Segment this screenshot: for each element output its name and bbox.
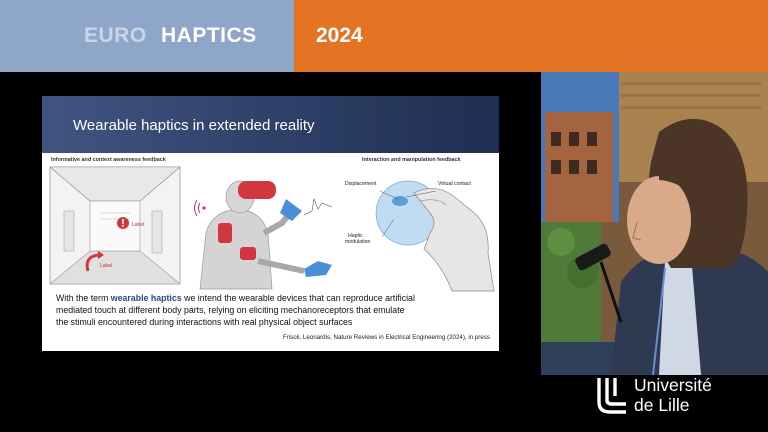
figure-label-b: Label (100, 263, 112, 269)
figure-label-a: Label (132, 222, 144, 228)
speaker-face (627, 176, 691, 264)
video-frame: EURO HAPTICS 2024 Wearable haptics in ex… (0, 0, 768, 432)
warning-icon (117, 217, 129, 229)
speaker-camera-view (541, 72, 768, 375)
wearable-haptics-illustration: Label Label Displacement Virtual contact… (49, 166, 495, 292)
slide-body-text: With the term wearable haptics we intend… (56, 292, 492, 328)
slide-citation: Frisoli, Leonardis, Nature Reviews in El… (282, 334, 490, 341)
body-line1-rest: we intend the wearable devices that can … (181, 293, 415, 303)
figure-label-modulation: modulation (345, 239, 370, 245)
hand-sphere-illustration: Displacement Virtual contact Haptic modu… (345, 180, 495, 292)
universite-de-lille-logo-icon (597, 378, 626, 414)
body-highlight: wearable haptics (110, 293, 182, 303)
banner-right (294, 0, 768, 72)
body-line3: the stimuli encountered during interacti… (56, 317, 353, 327)
logo-line2: de Lille (634, 395, 690, 415)
vr-headset-icon (238, 181, 276, 199)
body-prefix: With the term (56, 293, 111, 303)
corridor-illustration: Label Label (49, 166, 181, 285)
slide-title: Wearable haptics in extended reality (73, 117, 315, 134)
figure-label-virtual-contact: Virtual contact (438, 181, 471, 187)
body-line2: mediated touch at different body parts, … (56, 305, 405, 315)
slide-header: Wearable haptics in extended reality (42, 96, 499, 153)
figure-label-displacement: Displacement (345, 181, 377, 187)
presentation-slide: Wearable haptics in extended reality Inf… (42, 96, 499, 351)
university-logo-text: Université de Lille (634, 375, 712, 415)
banner-euro-text: EURO (84, 24, 147, 47)
logo-line1: Université (634, 375, 712, 395)
person-with-wearables-illustration (194, 180, 333, 290)
arm-haptic-device-icon (218, 223, 232, 243)
banner-year: 2024 (316, 24, 363, 47)
wireless-signal-icon (194, 199, 206, 217)
banner-haptics-text: HAPTICS (161, 24, 257, 47)
